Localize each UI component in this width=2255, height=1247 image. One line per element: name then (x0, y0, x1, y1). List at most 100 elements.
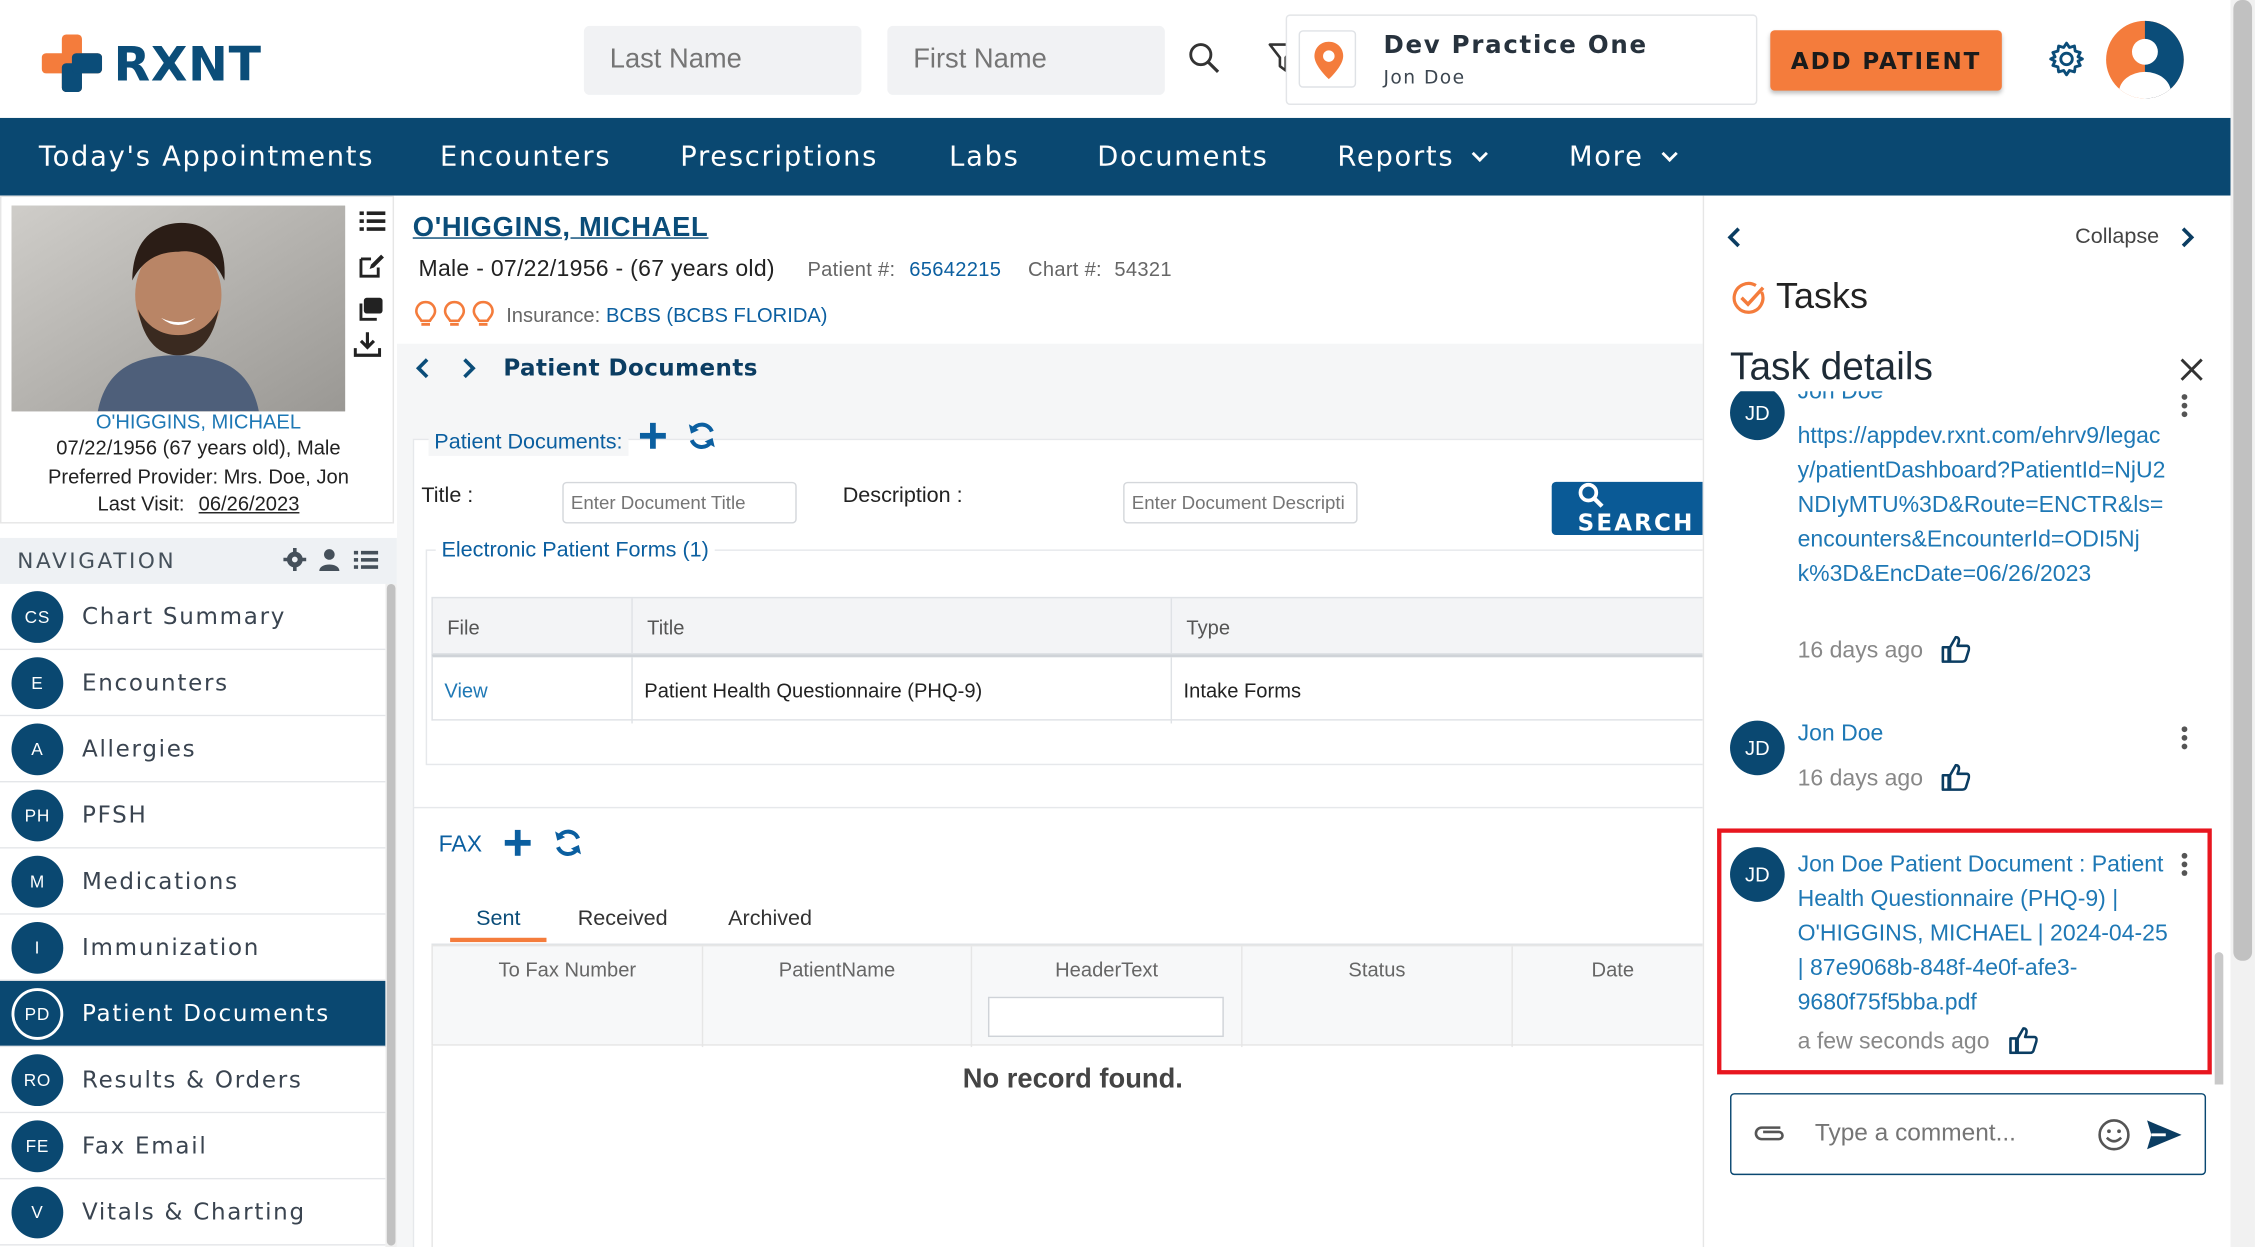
column-patient-name[interactable]: PatientName (703, 946, 973, 1048)
nav-more[interactable]: More (1568, 118, 1678, 196)
last-name-input[interactable] (583, 25, 862, 95)
rxnt-logo[interactable]: RXNT (41, 34, 262, 93)
tab-received[interactable]: Received (569, 895, 675, 942)
emoji-icon[interactable] (2097, 1118, 2132, 1153)
sidebar-item-allergies[interactable]: A Allergies (0, 716, 386, 783)
copy-icon[interactable] (357, 296, 384, 322)
download-icon[interactable] (353, 331, 382, 358)
nav-label: More (1568, 140, 1644, 173)
column-file[interactable]: File (433, 598, 633, 656)
page-scrollbar[interactable] (2233, 0, 2253, 961)
navigation-scrollbar[interactable] (386, 583, 396, 1246)
settings-icon[interactable] (283, 547, 307, 572)
nav-label: Prescriptions (680, 140, 879, 173)
refresh-icon[interactable] (552, 827, 584, 859)
row-type: Intake Forms (1183, 678, 1302, 702)
chevron-left-icon[interactable] (1726, 226, 1743, 249)
comment-author[interactable]: Jon Doe (1798, 722, 1884, 748)
patient-name[interactable]: O'HIGGINS, MICHAEL (413, 213, 709, 245)
sidebar-item-patient-documents[interactable]: PD Patient Documents (0, 980, 386, 1048)
thumbs-up-icon[interactable] (1941, 635, 1971, 663)
last-visit-value[interactable]: 06/26/2023 (199, 492, 300, 515)
add-patient-button[interactable]: ADD PATIENT (1770, 30, 2002, 91)
list-view-icon[interactable] (353, 549, 379, 571)
column-type[interactable]: Type (1172, 598, 1703, 656)
comment-input[interactable] (1814, 1111, 2089, 1155)
header-text-filter-input[interactable] (987, 996, 1224, 1038)
search-button[interactable]: SEARCH (1551, 481, 1703, 537)
tab-sent[interactable]: Sent (450, 895, 547, 943)
comment-menu-icon[interactable] (2179, 391, 2191, 420)
sidebar-item-chart-summary[interactable]: CS Chart Summary (0, 583, 386, 651)
view-link[interactable]: View (433, 657, 633, 724)
lightbulb-icon[interactable] (443, 300, 466, 330)
column-header-text-label[interactable]: HeaderText (1055, 958, 1158, 981)
patient-number[interactable]: 65642215 (909, 257, 1001, 280)
nav-documents[interactable]: Documents (1097, 118, 1268, 196)
chevron-right-icon[interactable] (2179, 226, 2196, 249)
left-panel: O'HIGGINS, MICHAEL 07/22/1956 (67 years … (0, 195, 397, 1247)
gear-icon[interactable] (2048, 40, 2085, 77)
sidebar-item-immunization[interactable]: I Immunization (0, 914, 386, 981)
add-document-icon[interactable] (639, 421, 668, 450)
tab-archived[interactable]: Archived (709, 895, 831, 942)
practice-selector[interactable]: Dev Practice One Jon Doe (1285, 14, 1758, 105)
nav-encounters[interactable]: Encounters (440, 118, 611, 196)
chevron-left-icon[interactable] (414, 357, 431, 380)
collapse-label[interactable]: Collapse (2075, 224, 2159, 248)
sidebar-item-label: Patient Documents (81, 999, 330, 1027)
tasks-panel: Collapse Tasks Task details JD Jon Doe h… (1702, 195, 2231, 1247)
breadcrumb-title: Patient Documents (503, 353, 758, 382)
column-status[interactable]: Status (1243, 946, 1513, 1048)
nav-labs[interactable]: Labs (949, 118, 1019, 196)
lightbulb-icon[interactable] (414, 300, 437, 330)
paperclip-icon[interactable] (1752, 1119, 1789, 1148)
nav-todays-appointments[interactable]: Today's Appointments (39, 118, 374, 196)
fax-title: FAX (438, 832, 483, 858)
sidebar-item-vitals-charting[interactable]: V Vitals & Charting (0, 1179, 386, 1246)
column-date[interactable]: Date (1513, 946, 1703, 1047)
sidebar-item-pfsh[interactable]: PH PFSH (0, 782, 386, 849)
chevron-right-icon[interactable] (460, 357, 477, 380)
avatar: JD (1730, 391, 1785, 441)
list-icon[interactable] (359, 210, 386, 233)
nav-reports[interactable]: Reports (1337, 118, 1489, 196)
nav-badge: E (11, 657, 64, 710)
column-title[interactable]: Title (633, 598, 1173, 656)
patient-demographics-text: Male - 07/22/1956 - (67 years old) (418, 257, 775, 282)
comments-scrollbar[interactable] (2214, 952, 2224, 1085)
add-fax-icon[interactable] (503, 828, 532, 857)
comment-menu-icon[interactable] (2179, 723, 2191, 752)
edit-icon[interactable] (358, 253, 385, 279)
search-button-label: SEARCH (1577, 509, 1695, 537)
sidebar-item-encounters[interactable]: E Encounters (0, 650, 386, 717)
comment-link[interactable]: https://appdev.rxnt.com/ehrv9/legacy/pat… (1798, 420, 2172, 593)
lightbulb-icon[interactable] (472, 300, 495, 330)
refresh-icon[interactable] (686, 420, 718, 452)
sidebar-item-fax-email[interactable]: FE Fax Email (0, 1113, 386, 1180)
nav-label: Encounters (440, 140, 612, 173)
table-row: View Patient Health Questionnaire (PHQ-9… (431, 654, 1703, 724)
patient-number-label: Patient #: (807, 257, 896, 281)
nav-prescriptions[interactable]: Prescriptions (680, 118, 878, 196)
document-title-input[interactable] (562, 481, 797, 524)
document-description-input[interactable] (1123, 481, 1358, 524)
insurance-value[interactable]: BCBS (BCBS FLORIDA) (606, 303, 828, 326)
location-pin-box (1298, 30, 1357, 88)
patient-card-name[interactable]: O'HIGGINS, MICHAEL (1, 410, 395, 433)
column-to-fax-number[interactable]: To Fax Number (433, 946, 704, 1048)
rxnt-cross-icon (41, 34, 103, 93)
user-avatar[interactable] (2105, 20, 2184, 99)
sidebar-item-label: Encounters (81, 668, 229, 697)
nav-label: Labs (949, 140, 1020, 173)
sidebar-item-results-orders[interactable]: RO Results & Orders (0, 1047, 386, 1114)
person-icon[interactable] (318, 548, 341, 572)
thumbs-up-icon[interactable] (1941, 763, 1971, 791)
sidebar-item-medications[interactable]: M Medications (0, 848, 386, 915)
comment-author[interactable]: Jon Doe (1798, 391, 1884, 405)
first-name-input[interactable] (887, 25, 1165, 95)
chevron-down-icon (1472, 145, 1489, 163)
send-icon[interactable] (2146, 1118, 2183, 1153)
close-icon[interactable] (2179, 357, 2205, 383)
search-icon[interactable] (1186, 40, 1221, 75)
